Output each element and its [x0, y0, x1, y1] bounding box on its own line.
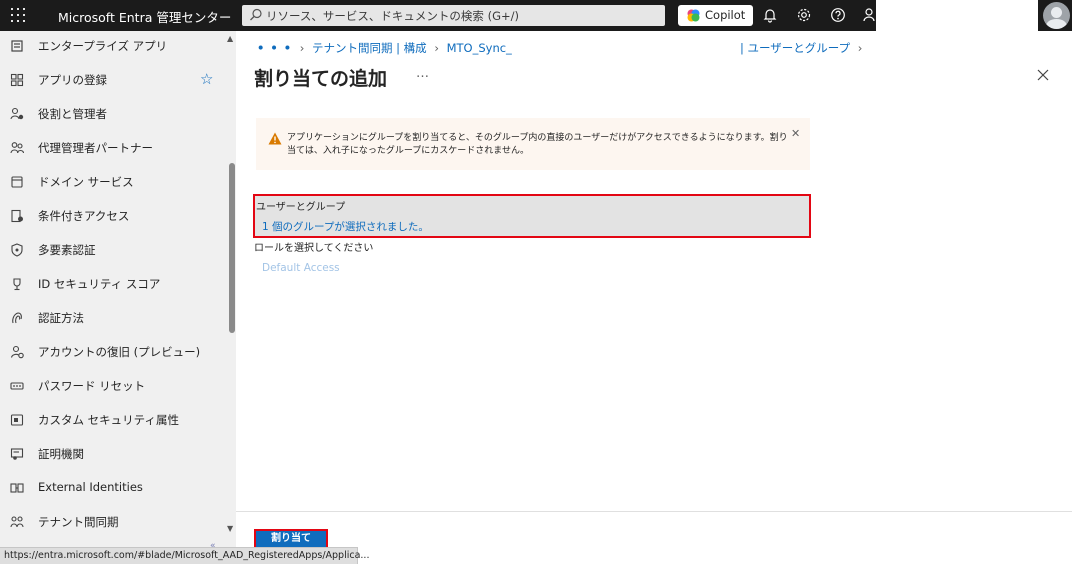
status-url: https://entra.microsoft.com/#blade/Micro… — [4, 550, 370, 561]
sidebar-item-roles[interactable]: 役割と管理者 — [0, 99, 224, 129]
more-options-icon[interactable]: … — [416, 66, 429, 81]
content-panel — [236, 31, 1072, 547]
sidebar-item-label: アカウントの復旧 (プレビュー) — [38, 345, 201, 359]
breadcrumb-item-sync-config[interactable]: テナント間同期 | 構成 — [312, 41, 427, 55]
search-input[interactable]: リソース、サービス、ドキュメントの検索 (G+/) — [266, 8, 519, 24]
sidebar-item-certificate-authorities[interactable]: 証明機関 — [0, 439, 224, 469]
external-identities-icon — [10, 483, 24, 493]
users-groups-label: ユーザーとグループ — [256, 202, 346, 213]
sidebar-item-label: 条件付きアクセス — [38, 209, 130, 223]
partners-icon — [10, 142, 24, 154]
breadcrumb-item-users-groups[interactable]: | ユーザーとグループ › — [740, 40, 862, 56]
search-icon — [250, 8, 262, 21]
dismiss-icon[interactable]: ✕ — [791, 127, 800, 140]
help-icon[interactable] — [830, 7, 846, 23]
close-icon[interactable] — [1036, 68, 1050, 82]
sidebar-item-label: パスワード リセット — [38, 379, 146, 393]
sidebar-item-auth-methods[interactable]: 認証方法 — [0, 303, 224, 333]
browser-status-bar: https://entra.microsoft.com/#blade/Micro… — [0, 547, 369, 564]
domain-icon — [11, 176, 23, 188]
sidebar-item-label: 証明機関 — [38, 447, 84, 461]
enterprise-app-icon — [11, 40, 23, 52]
scroll-down-arrow-icon[interactable]: ▼ — [227, 524, 233, 533]
sidebar-item-label: アプリの登録 — [38, 73, 107, 87]
app-launcher-icon[interactable] — [11, 8, 25, 22]
password-icon — [10, 382, 24, 390]
scroll-up-arrow-icon[interactable]: ▲ — [227, 34, 233, 43]
auth-methods-icon — [12, 312, 22, 324]
certificate-icon — [10, 448, 24, 460]
warning-icon — [268, 132, 282, 145]
sidebar-item-external-identities[interactable]: External Identities — [0, 473, 224, 503]
sidebar-scrollbar-thumb[interactable] — [229, 163, 235, 333]
sidebar-item-label: カスタム セキュリティ属性 — [38, 413, 179, 427]
conditional-access-icon — [11, 209, 23, 223]
sidebar: エンタープライズ アプリ アプリの登録 ☆ 役割と管理者 代理管理者パートナー … — [0, 31, 228, 547]
sidebar-item-label: 役割と管理者 — [38, 107, 107, 121]
sidebar-item-label: 代理管理者パートナー — [38, 141, 153, 155]
breadcrumb-separator-icon: › — [299, 41, 305, 55]
breadcrumb-more-icon[interactable]: • • • — [257, 41, 292, 55]
bell-icon[interactable] — [762, 7, 778, 23]
sidebar-item-custom-security-attributes[interactable]: カスタム セキュリティ属性 — [0, 405, 224, 435]
account-info-area[interactable] — [876, 0, 1038, 31]
sidebar-item-label: エンタープライズ アプリ — [38, 39, 168, 53]
sidebar-item-label: 認証方法 — [38, 311, 84, 325]
assign-button[interactable]: 割り当て — [254, 529, 328, 549]
avatar[interactable] — [1043, 2, 1070, 29]
footer-divider — [236, 511, 1072, 512]
global-search-box[interactable]: リソース、サービス、ドキュメントの検索 (G+/) — [242, 5, 665, 26]
breadcrumb-separator-icon: › — [857, 41, 863, 55]
top-bar: Microsoft Entra 管理センター リソース、サービス、ドキュメントの… — [0, 0, 1072, 31]
warning-banner: アプリケーションにグループを割り当てると、そのグループ内の直接のユーザーだけがア… — [256, 118, 810, 170]
sidebar-item-app-registrations[interactable]: アプリの登録 ☆ — [0, 65, 224, 95]
role-link[interactable]: Default Access — [262, 262, 340, 274]
sidebar-item-mfa[interactable]: 多要素認証 — [0, 235, 224, 265]
page-title: 割り当ての追加 — [254, 68, 388, 90]
sidebar-item-label: ドメイン サービス — [38, 175, 134, 189]
roles-icon — [10, 107, 24, 120]
copilot-label: Copilot — [705, 8, 746, 22]
sidebar-item-label: テナント間同期 — [38, 515, 119, 529]
sidebar-item-conditional-access[interactable]: 条件付きアクセス — [0, 201, 224, 231]
account-recovery-icon — [10, 345, 24, 359]
sidebar-item-enterprise-apps[interactable]: エンタープライズ アプリ — [0, 31, 224, 61]
trophy-icon — [13, 278, 21, 291]
custom-attr-icon — [10, 414, 24, 426]
role-label: ロールを選択してください — [254, 243, 374, 254]
sidebar-item-cross-tenant-sync[interactable]: テナント間同期 — [0, 507, 224, 537]
sidebar-item-account-recovery[interactable]: アカウントの復旧 (プレビュー) — [0, 337, 224, 367]
sidebar-item-identity-secure-score[interactable]: ID セキュリティ スコア — [0, 269, 224, 299]
breadcrumb-item-mto-sync[interactable]: MTO_Sync_ — [447, 41, 512, 55]
warning-text: アプリケーションにグループを割り当てると、そのグループ内の直接のユーザーだけがア… — [287, 133, 788, 156]
copilot-icon — [687, 9, 700, 22]
portal-brand[interactable]: Microsoft Entra 管理センター — [58, 7, 231, 26]
sidebar-item-partners[interactable]: 代理管理者パートナー — [0, 133, 224, 163]
sidebar-item-label: 多要素認証 — [38, 243, 96, 257]
app-registration-icon — [10, 73, 24, 87]
sidebar-item-domain-services[interactable]: ドメイン サービス — [0, 167, 224, 197]
users-groups-link[interactable]: 1 個のグループが選択されました。 — [262, 219, 429, 234]
gear-icon[interactable] — [796, 7, 812, 23]
sidebar-item-label: External Identities — [38, 480, 143, 494]
cross-tenant-sync-icon — [10, 516, 24, 528]
sidebar-item-label: ID セキュリティ スコア — [38, 277, 161, 291]
copilot-button[interactable]: Copilot — [678, 5, 753, 26]
favorite-star-icon[interactable]: ☆ — [200, 70, 213, 88]
mfa-shield-icon — [11, 243, 23, 257]
breadcrumb-separator-icon: › — [434, 41, 439, 55]
sidebar-item-password-reset[interactable]: パスワード リセット — [0, 371, 224, 401]
breadcrumb: • • • › テナント間同期 | 構成 › MTO_Sync_ — [257, 40, 512, 56]
